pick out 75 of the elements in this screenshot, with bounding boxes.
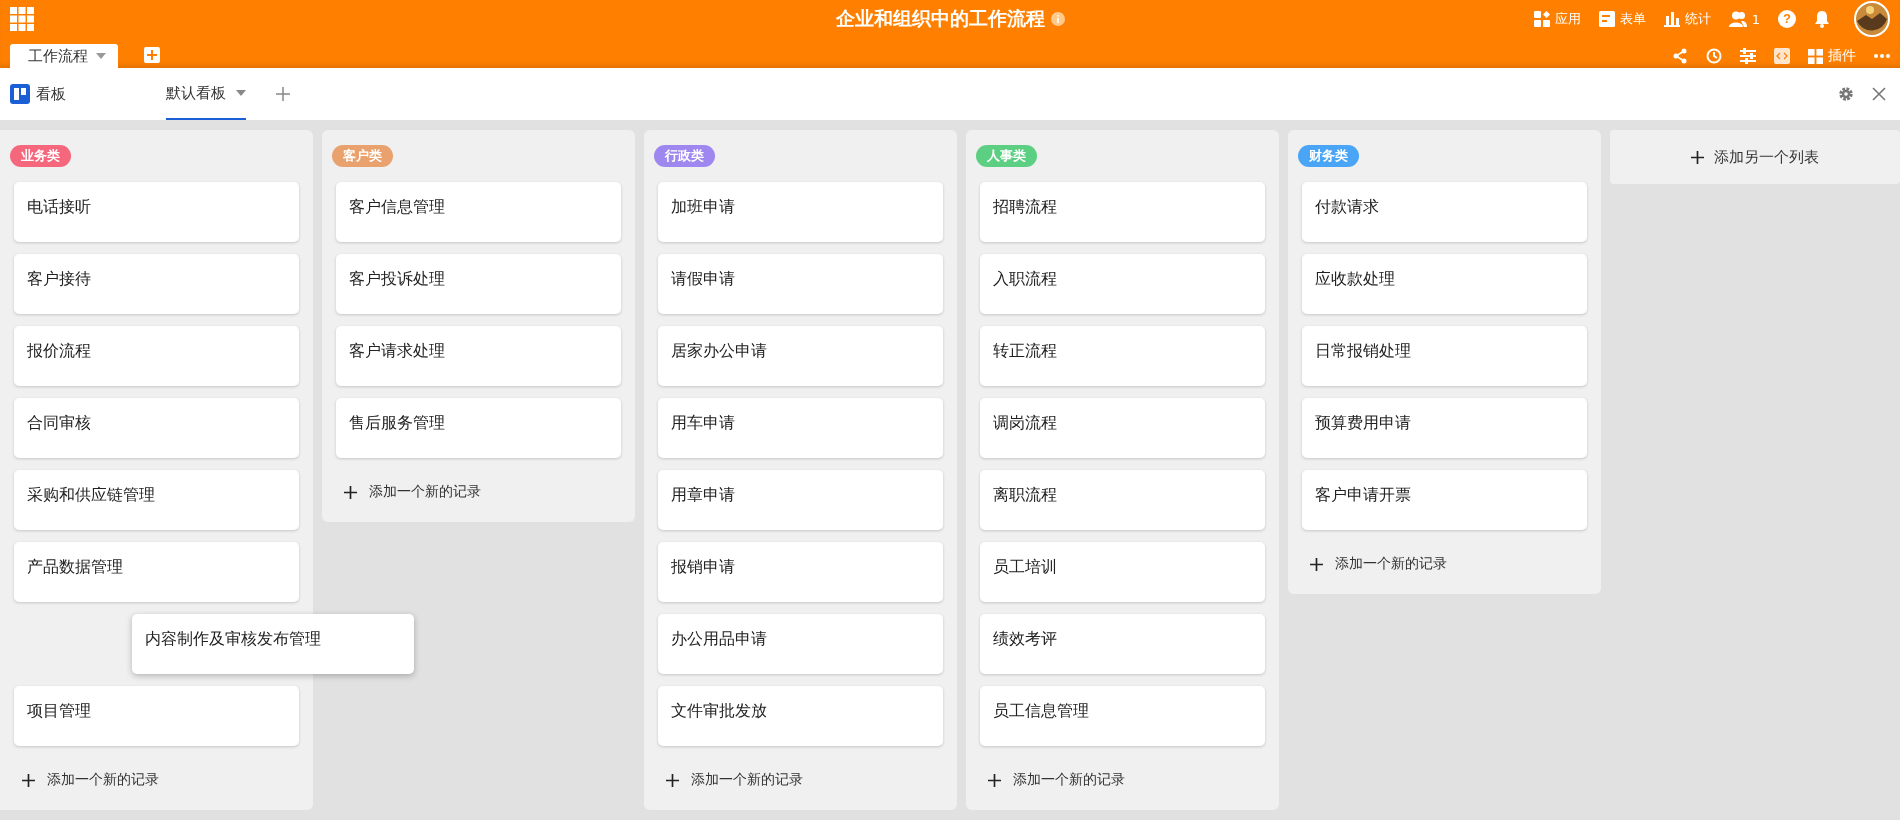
history-icon[interactable] (1706, 48, 1722, 64)
record-card[interactable]: 项目管理 (14, 686, 299, 746)
record-card[interactable]: 客户申请开票 (1302, 470, 1587, 530)
record-card[interactable]: 加班申请 (658, 182, 943, 242)
share-icon[interactable] (1672, 48, 1688, 64)
record-card[interactable]: 员工培训 (980, 542, 1265, 602)
record-card[interactable]: 客户投诉处理 (336, 254, 621, 314)
add-record-button[interactable]: 添加一个新的记录 (658, 758, 811, 802)
record-card[interactable]: 客户信息管理 (336, 182, 621, 242)
settings-icon[interactable] (1838, 86, 1854, 102)
record-card[interactable]: 客户接待 (14, 254, 299, 314)
info-icon[interactable] (1050, 12, 1065, 26)
plus-icon (1691, 150, 1704, 164)
add-record-button[interactable]: 添加一个新的记录 (14, 758, 167, 802)
table-tab[interactable]: 工作流程 (10, 44, 118, 68)
add-record-button[interactable]: 添加一个新的记录 (980, 758, 1133, 802)
add-record-button[interactable]: 添加一个新的记录 (336, 470, 489, 514)
apps-icon (1533, 11, 1550, 27)
add-table-icon[interactable] (144, 47, 160, 63)
record-card[interactable]: 售后服务管理 (336, 398, 621, 458)
record-card[interactable]: 用车申请 (658, 398, 943, 458)
record-card[interactable]: 付款请求 (1302, 182, 1587, 242)
plus-icon (988, 773, 1001, 787)
add-list-button[interactable]: 添加另一个列表 (1610, 130, 1900, 184)
category-tag: 行政类 (654, 145, 715, 167)
record-card[interactable]: 应收款处理 (1302, 254, 1587, 314)
base-title: 企业和组织中的工作流程 (835, 6, 1045, 31)
view-tab[interactable]: 默认看板 (166, 68, 246, 120)
record-card[interactable]: 合同审核 (14, 398, 299, 458)
record-card[interactable]: 招聘流程 (980, 182, 1265, 242)
record-card[interactable]: 调岗流程 (980, 398, 1265, 458)
record-card[interactable]: 采购和供应链管理 (14, 470, 299, 530)
record-card[interactable]: 转正流程 (980, 326, 1265, 386)
grid-icon (1808, 48, 1823, 64)
record-card[interactable]: 入职流程 (980, 254, 1265, 314)
add-record-button[interactable]: 添加一个新的记录 (1302, 542, 1455, 586)
category-tag: 业务类 (10, 145, 71, 167)
sliders-icon[interactable] (1740, 48, 1756, 64)
close-icon[interactable] (1872, 87, 1886, 101)
dragged-card[interactable]: 内容制作及审核发布管理 (132, 614, 414, 674)
record-card[interactable]: 员工信息管理 (980, 686, 1265, 746)
plus-icon (1310, 557, 1323, 571)
record-card[interactable]: 预算费用申请 (1302, 398, 1587, 458)
record-card[interactable]: 绩效考评 (980, 614, 1265, 674)
record-card[interactable]: 报价流程 (14, 326, 299, 386)
kanban-icon (10, 84, 30, 104)
users-icon (1728, 11, 1747, 27)
record-card[interactable]: 电话接听 (14, 182, 299, 242)
category-tag: 人事类 (976, 145, 1037, 167)
bar-chart-icon (1663, 11, 1680, 27)
category-tag: 客户类 (332, 145, 393, 167)
caret-icon (236, 90, 246, 96)
record-card[interactable]: 产品数据管理 (14, 542, 299, 602)
plus-icon (666, 773, 679, 787)
plus-icon (22, 773, 35, 787)
more-icon[interactable] (1874, 54, 1890, 58)
form-icon (1598, 11, 1615, 27)
plus-icon (344, 485, 357, 499)
category-tag: 财务类 (1298, 145, 1359, 167)
record-card[interactable]: 报销申请 (658, 542, 943, 602)
caret-icon (96, 53, 106, 59)
code-icon[interactable] (1774, 48, 1790, 64)
app-grid-icon[interactable] (10, 7, 34, 31)
record-card[interactable]: 客户请求处理 (336, 326, 621, 386)
record-card[interactable]: 用章申请 (658, 470, 943, 530)
view-type-label: 看板 (36, 84, 66, 104)
add-view-icon[interactable] (276, 87, 290, 101)
record-card[interactable]: 离职流程 (980, 470, 1265, 530)
record-card[interactable]: 居家办公申请 (658, 326, 943, 386)
record-card[interactable]: 办公用品申请 (658, 614, 943, 674)
user-avatar[interactable] (1854, 1, 1890, 37)
bell-icon[interactable] (1814, 10, 1830, 28)
record-card[interactable]: 文件审批发放 (658, 686, 943, 746)
record-card[interactable]: 日常报销处理 (1302, 326, 1587, 386)
record-card[interactable]: 请假申请 (658, 254, 943, 314)
